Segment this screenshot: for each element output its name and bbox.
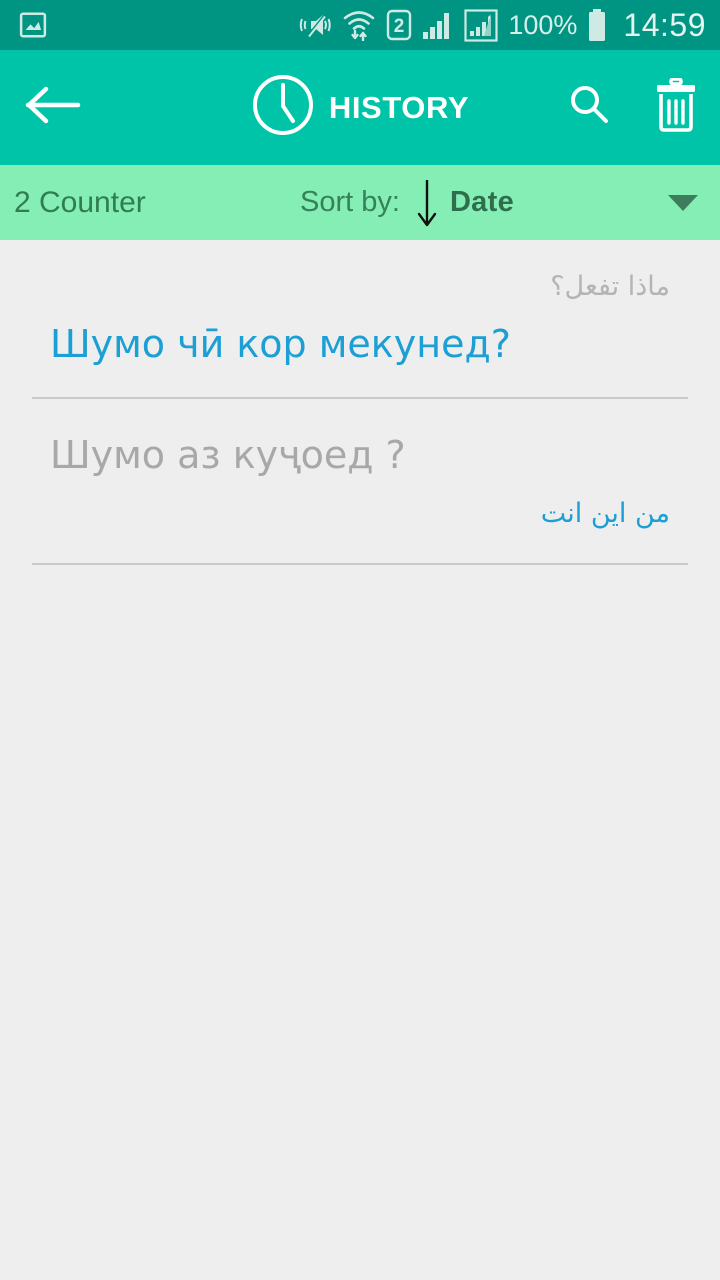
search-button[interactable] [566, 82, 612, 133]
counter-label: 2 Counter [14, 185, 146, 219]
list-item[interactable]: ماذا تفعل؟ Шумо чӣ кор мекунед? [0, 240, 720, 397]
sim2-label: 2 [394, 16, 405, 37]
gallery-image-icon [18, 10, 48, 40]
battery-full-icon [587, 9, 607, 41]
arrow-left-icon [24, 83, 82, 132]
sort-by-control[interactable]: Sort by: Date [300, 177, 514, 229]
list-item[interactable]: Шумо аз куҷоед ? من اين انت [0, 399, 720, 562]
status-bar-left-icons [18, 10, 48, 40]
trash-icon [652, 77, 700, 137]
wifi-data-transfer-icon [342, 9, 376, 41]
clock-icon [251, 73, 315, 142]
status-bar-clock: 14:59 [623, 7, 706, 43]
caret-down-icon[interactable] [668, 194, 698, 211]
back-button[interactable] [22, 83, 84, 132]
history-item-translated-text: Шумо чӣ кор мекунед? [50, 321, 511, 366]
arrow-down-icon[interactable] [414, 177, 440, 229]
vibrate-mute-icon [298, 10, 332, 40]
status-bar-right-icons: 2 100% 14:59 [298, 7, 706, 43]
sort-by-label: Sort by: [300, 186, 400, 218]
delete-history-button[interactable] [652, 77, 700, 137]
battery-percent-label: 100% [508, 9, 578, 40]
app-bar: HISTORY [0, 50, 720, 165]
list-divider [32, 562, 688, 565]
history-item-source-text: Шумо аз куҷоед ? [50, 433, 406, 478]
signal-bars-sim1-icon [422, 10, 454, 40]
sim2-icon: 2 [386, 9, 412, 41]
app-bar-actions [566, 77, 700, 137]
history-item-source-text: ماذا تفعل؟ [550, 271, 670, 302]
history-item-translated-text: من اين انت [540, 498, 670, 530]
search-icon [566, 82, 612, 133]
page-title: HISTORY [328, 89, 470, 125]
sort-bar: 2 Counter Sort by: Date [0, 165, 720, 240]
status-bar: 2 100% 14:59 [0, 0, 720, 50]
signal-bars-sim2-icon [464, 8, 498, 42]
history-screen: 2 100% 14:59 HISTORY 2 Counter Sort by: … [0, 0, 720, 1280]
history-list: ماذا تفعل؟ Шумо чӣ кор мекунед? Шумо аз … [0, 240, 720, 565]
sort-value-label: Date [449, 186, 514, 218]
